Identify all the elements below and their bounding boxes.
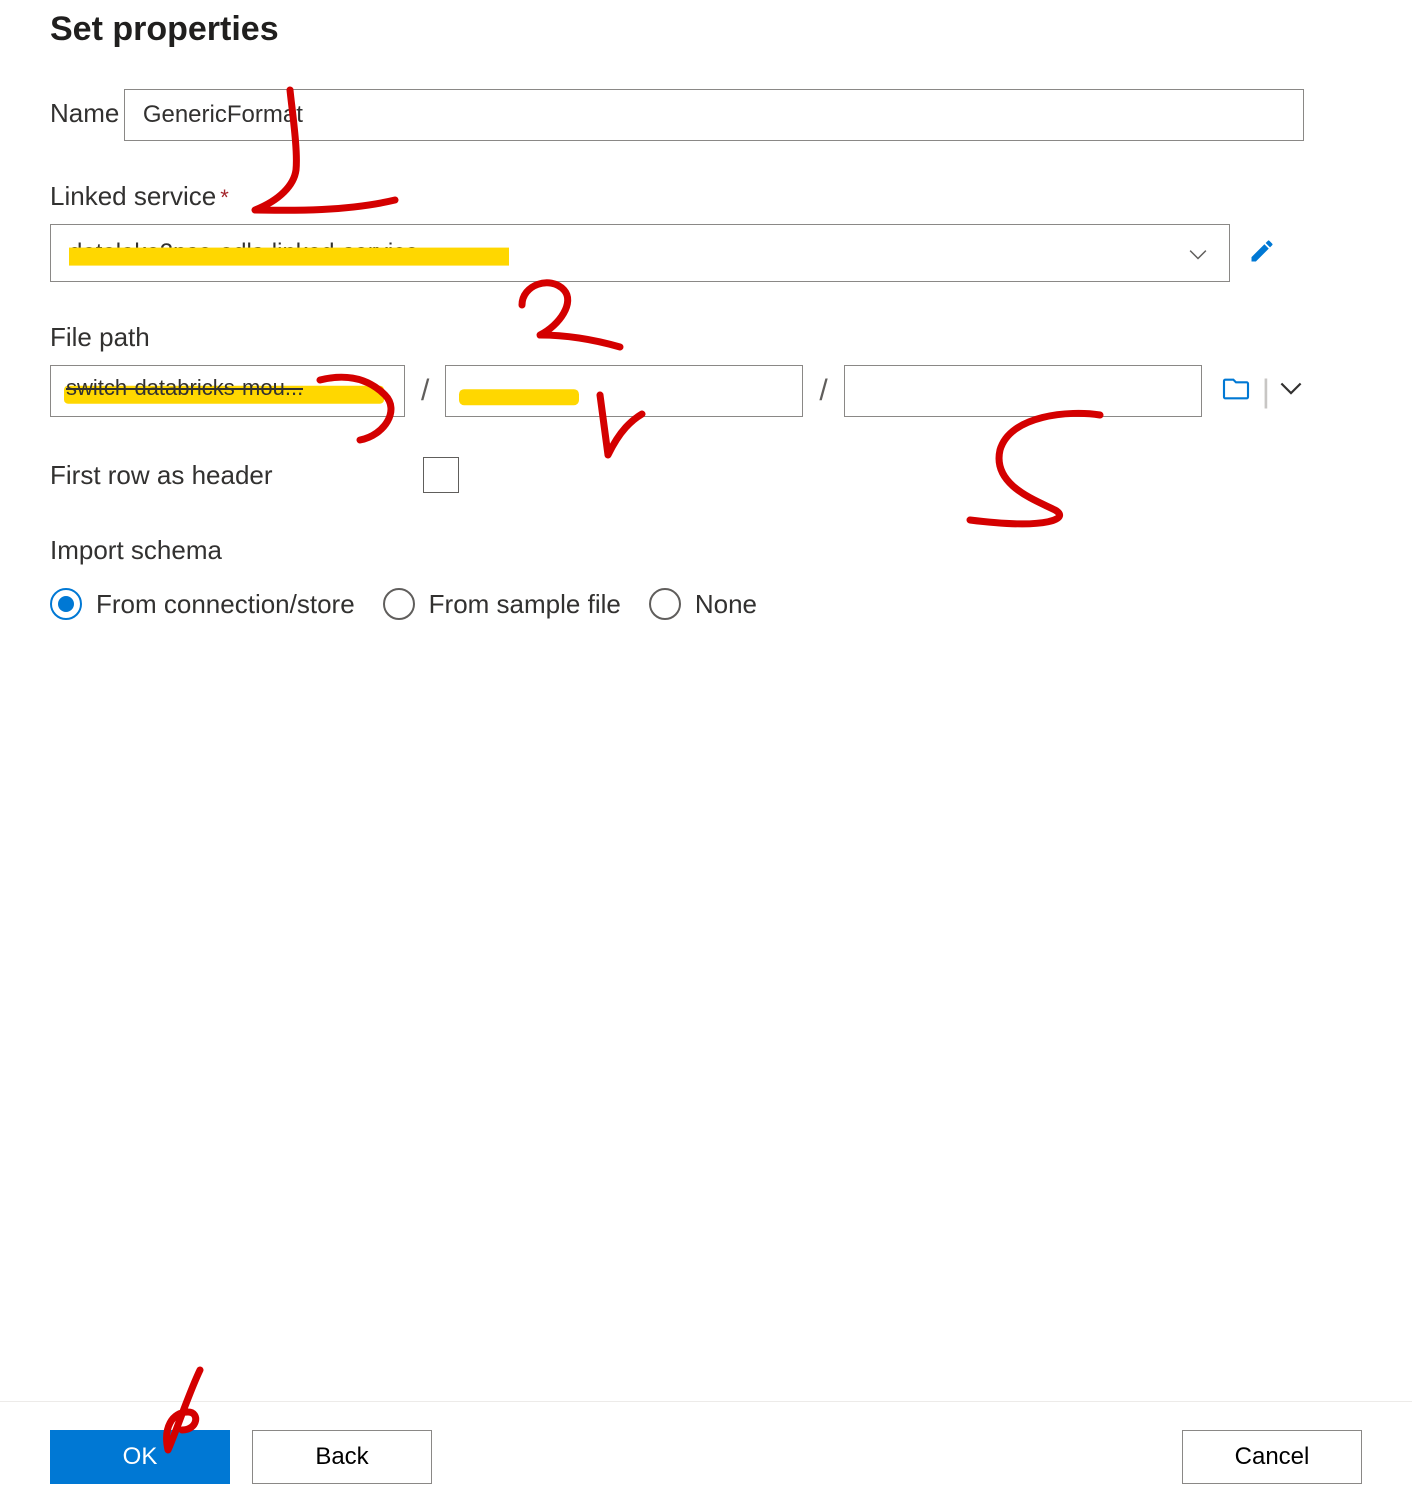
name-label: Name (50, 98, 119, 129)
required-indicator: * (220, 185, 229, 210)
radio-icon (383, 588, 415, 620)
divider: | (1262, 373, 1270, 410)
first-row-header-row: First row as header (50, 457, 1362, 493)
radio-icon (649, 588, 681, 620)
path-separator: / (421, 374, 429, 408)
import-schema-label: Import schema (50, 535, 1362, 566)
cancel-button[interactable]: Cancel (1182, 1430, 1362, 1484)
import-schema-option-connection[interactable]: From connection/store (50, 588, 355, 620)
first-row-header-checkbox[interactable] (423, 457, 459, 493)
chevron-down-icon (1189, 243, 1207, 261)
edit-icon[interactable] (1248, 237, 1276, 270)
name-input[interactable] (124, 89, 1304, 141)
ok-button[interactable]: OK (50, 1430, 230, 1484)
radio-label: From sample file (429, 589, 621, 620)
chevron-down-icon[interactable] (1280, 378, 1302, 405)
file-path-label: File path (50, 322, 150, 353)
radio-label: From connection/store (96, 589, 355, 620)
radio-label: None (695, 589, 757, 620)
import-schema-group: Import schema From connection/store From… (50, 535, 1362, 620)
name-field-group: Name (50, 89, 1362, 141)
file-path-field-group: File path switch-databricks-mou... / / | (50, 322, 1362, 417)
import-schema-option-sample[interactable]: From sample file (383, 588, 621, 620)
path-separator: / (819, 374, 827, 408)
radio-icon (50, 588, 82, 620)
file-path-container-value: switch-databricks-mou... (66, 375, 303, 401)
first-row-header-label: First row as header (50, 460, 273, 491)
redaction-highlight (459, 389, 579, 405)
redaction-highlight (69, 248, 509, 266)
linked-service-field-group: Linked service* datalake2psa-adls-linked… (50, 181, 1362, 282)
linked-service-select[interactable]: datalake2psa-adls-linked-service (50, 224, 1230, 282)
import-schema-option-none[interactable]: None (649, 588, 757, 620)
file-path-file-input[interactable] (844, 365, 1202, 417)
page-title: Set properties (50, 10, 1362, 49)
dialog-footer: OK Back Cancel (0, 1401, 1412, 1512)
back-button[interactable]: Back (252, 1430, 432, 1484)
browse-folder-icon[interactable] (1220, 373, 1252, 410)
linked-service-label: Linked service (50, 181, 216, 212)
